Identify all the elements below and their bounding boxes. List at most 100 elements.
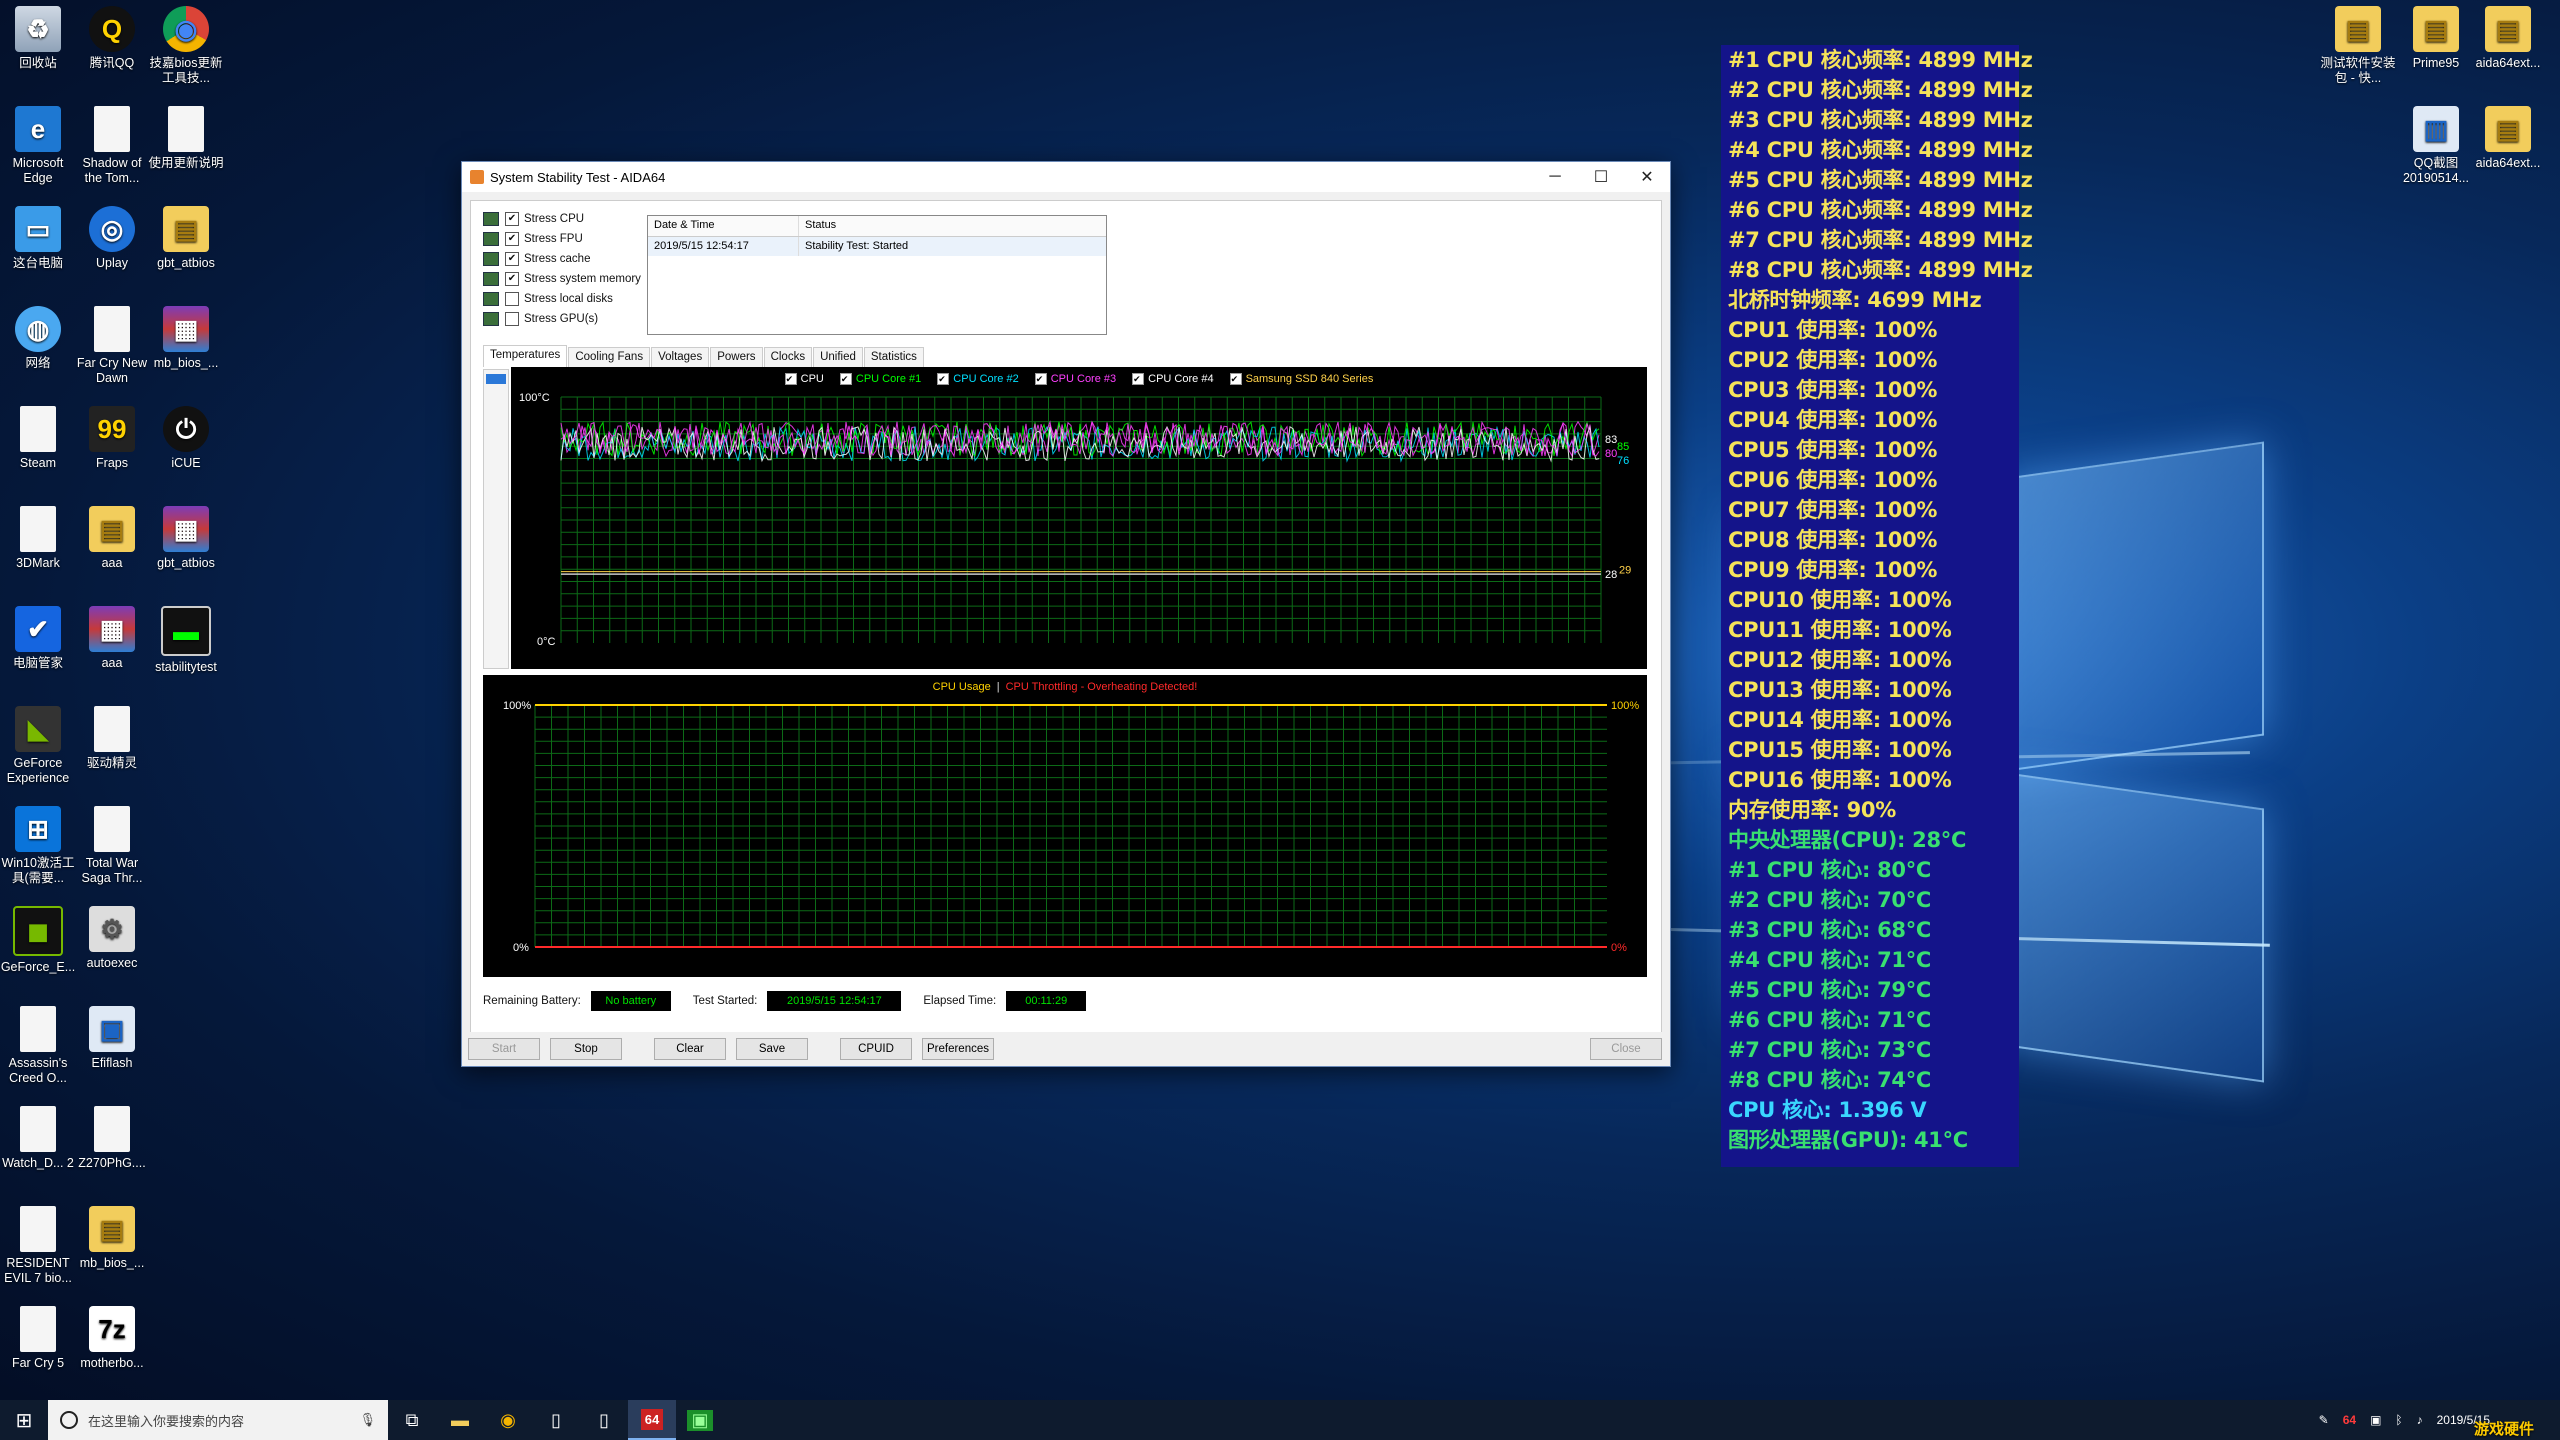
desktop-icon[interactable]: 3DMark xyxy=(0,506,76,571)
osd-line: CPU16 使用率: 100% xyxy=(1728,768,1952,792)
taskbar-file-explorer[interactable]: ▬ xyxy=(436,1400,484,1440)
start-button[interactable]: ⊞ xyxy=(0,1400,48,1440)
network-tray-icon[interactable]: ▣ xyxy=(2370,1413,2381,1427)
desktop-icon[interactable]: ▭ 这台电脑 xyxy=(0,206,76,271)
desktop-icon[interactable]: ▣ Efiflash xyxy=(74,1006,150,1071)
stress-option-label: Stress GPU(s) xyxy=(524,313,599,325)
tab-cooling-fans[interactable]: Cooling Fans xyxy=(568,347,651,369)
taskbar-monitor-app[interactable]: ▣ xyxy=(676,1400,724,1440)
desktop-icon[interactable]: ◎ Uplay xyxy=(74,206,150,271)
clear-button[interactable]: Clear xyxy=(654,1038,726,1060)
search-box[interactable]: 在这里输入你要搜索的内容 🎙 xyxy=(48,1400,388,1440)
desktop-icon[interactable]: ▤ Prime95 xyxy=(2398,6,2474,71)
desktop-icon[interactable]: Shadow of the Tom... xyxy=(74,106,150,186)
stress-option[interactable]: Stress local disks xyxy=(483,289,641,309)
desktop-icon[interactable]: ▤ aaa xyxy=(74,506,150,571)
title-bar[interactable]: System Stability Test - AIDA64 ─ ☐ ✕ xyxy=(462,162,1670,192)
desktop-icon[interactable]: Assassin's Creed O... xyxy=(0,1006,76,1086)
desktop-icon[interactable]: ⏻ iCUE xyxy=(148,406,224,471)
desktop-icon[interactable]: Far Cry 5 xyxy=(0,1306,76,1371)
desktop-icon[interactable]: ▥ QQ截图20190514... xyxy=(2398,106,2474,186)
desktop-icon[interactable]: ▬ stabilitytest xyxy=(148,606,224,675)
desktop-icon[interactable]: 使用更新说明 xyxy=(148,106,224,171)
stress-option[interactable]: ✔ Stress system memory xyxy=(483,269,641,289)
desktop-icon[interactable]: Far Cry New Dawn xyxy=(74,306,150,386)
tab-statistics[interactable]: Statistics xyxy=(863,347,924,369)
volume-icon[interactable]: ♪ xyxy=(2417,1413,2423,1427)
taskbar-aida64[interactable]: 64 xyxy=(628,1400,676,1440)
desktop-icon[interactable]: e Microsoft Edge xyxy=(0,106,76,186)
desktop-icon[interactable]: 99 Fraps xyxy=(74,406,150,471)
desktop-icon[interactable]: ⊞ Win10激活工具(需要... xyxy=(0,806,76,886)
col-datetime[interactable]: Date & Time xyxy=(648,216,799,236)
desktop-icon[interactable]: ▤ mb_bios_... xyxy=(74,1206,150,1271)
desktop-icon[interactable]: ♻ 回收站 xyxy=(0,6,76,71)
cpuid-button[interactable]: CPUID xyxy=(840,1038,912,1060)
desktop-icon[interactable]: ◉ 技嘉bios更新工具技... xyxy=(148,6,224,86)
checkbox[interactable] xyxy=(505,312,519,326)
desktop-icon[interactable]: Z270PhG.... xyxy=(74,1106,150,1171)
desktop-icon[interactable]: ✔ 电脑管家 xyxy=(0,606,76,671)
desktop-icon[interactable]: Watch_D... 2 xyxy=(0,1106,76,1171)
stress-option[interactable]: ✔ Stress FPU xyxy=(483,229,641,249)
desktop-icon[interactable]: ▦ aaa xyxy=(74,606,150,671)
osd-line: CPU 核心: 1.396 V xyxy=(1728,1098,1927,1122)
sensor-scrollbar[interactable] xyxy=(483,369,509,669)
taskbar-chrome[interactable]: ◉ xyxy=(484,1400,532,1440)
desktop-icon[interactable]: Q 腾讯QQ xyxy=(74,6,150,71)
stop-button[interactable]: Stop xyxy=(550,1038,622,1060)
desktop-icon[interactable]: ▦ gbt_atbios xyxy=(148,506,224,571)
desktop-icon[interactable]: ▤ aida64ext... xyxy=(2470,6,2546,71)
checkbox[interactable]: ✔ xyxy=(505,212,519,226)
maximize-button[interactable]: ☐ xyxy=(1578,167,1624,187)
close-window-button[interactable]: ✕ xyxy=(1624,167,1670,187)
desktop-icon[interactable]: ▤ aida64ext... xyxy=(2470,106,2546,171)
desktop-icon[interactable]: ◼ GeForce_E... xyxy=(0,906,76,975)
col-status[interactable]: Status xyxy=(799,216,842,236)
checkbox[interactable]: ✔ xyxy=(505,272,519,286)
osd-line: #7 CPU 核心频率: 4899 MHz xyxy=(1728,228,2033,252)
preferences-button[interactable]: Preferences xyxy=(922,1038,994,1060)
desktop-icon[interactable]: ◍ 网络 xyxy=(0,306,76,371)
osd-line: CPU5 使用率: 100% xyxy=(1728,438,1938,462)
aida64-tray-icon[interactable]: 64 xyxy=(2343,1413,2356,1427)
desktop-icon[interactable]: ⚙ autoexec xyxy=(74,906,150,971)
save-button[interactable]: Save xyxy=(736,1038,808,1060)
desktop-icon[interactable]: ◣ GeForce Experience xyxy=(0,706,76,786)
taskbar-document-2[interactable]: ▯ xyxy=(580,1400,628,1440)
aida64-window[interactable]: System Stability Test - AIDA64 ─ ☐ ✕ ✔ St… xyxy=(461,161,1671,1067)
checkbox[interactable] xyxy=(505,292,519,306)
desktop-icon[interactable]: 7z motherbo... xyxy=(74,1306,150,1371)
desktop-icon[interactable]: ▤ gbt_atbios xyxy=(148,206,224,271)
osd-line: 内存使用率: 90% xyxy=(1728,798,1896,822)
tab-powers[interactable]: Powers xyxy=(710,347,763,369)
pen-icon[interactable]: ✎ xyxy=(2319,1413,2329,1427)
microphone-icon[interactable]: 🎙 xyxy=(359,1412,376,1428)
taskbar-task-view[interactable]: ⧉ xyxy=(388,1400,436,1440)
stress-option[interactable]: Stress GPU(s) xyxy=(483,309,641,329)
tab-unified[interactable]: Unified xyxy=(813,347,863,369)
desktop-icon[interactable]: ▤ 测试软件安装包 - 快... xyxy=(2320,6,2396,86)
tab-clocks[interactable]: Clocks xyxy=(763,347,813,369)
desktop-icon[interactable]: ▦ mb_bios_... xyxy=(148,306,224,371)
desktop-icon[interactable]: Total War Saga Thr... xyxy=(74,806,150,886)
bluetooth-icon[interactable]: ᛒ xyxy=(2395,1413,2402,1427)
stress-option[interactable]: ✔ Stress cache xyxy=(483,249,641,269)
checkbox[interactable]: ✔ xyxy=(505,232,519,246)
checkbox[interactable]: ✔ xyxy=(505,252,519,266)
stress-option[interactable]: ✔ Stress CPU xyxy=(483,209,641,229)
minimize-button[interactable]: ─ xyxy=(1532,168,1578,186)
desktop-icon[interactable]: RESIDENT EVIL 7 bio... xyxy=(0,1206,76,1286)
tab-temperatures[interactable]: Temperatures xyxy=(483,345,568,367)
desktop-icon-glyph xyxy=(94,1106,130,1152)
desktop-icon[interactable]: 驱动精灵 xyxy=(74,706,150,771)
taskbar-document[interactable]: ▯ xyxy=(532,1400,580,1440)
osd-line: #6 CPU 核心: 71°C xyxy=(1728,1008,1932,1032)
tab-voltages[interactable]: Voltages xyxy=(651,347,710,369)
start-button[interactable]: Start xyxy=(468,1038,540,1060)
close-button[interactable]: Close xyxy=(1590,1038,1662,1060)
temp-right-label: 83 xyxy=(1605,434,1617,446)
desktop-icon[interactable]: Steam xyxy=(0,406,76,471)
table-row[interactable]: 2019/5/15 12:54:17 Stability Test: Start… xyxy=(648,237,1106,256)
scroll-thumb[interactable] xyxy=(486,374,506,384)
